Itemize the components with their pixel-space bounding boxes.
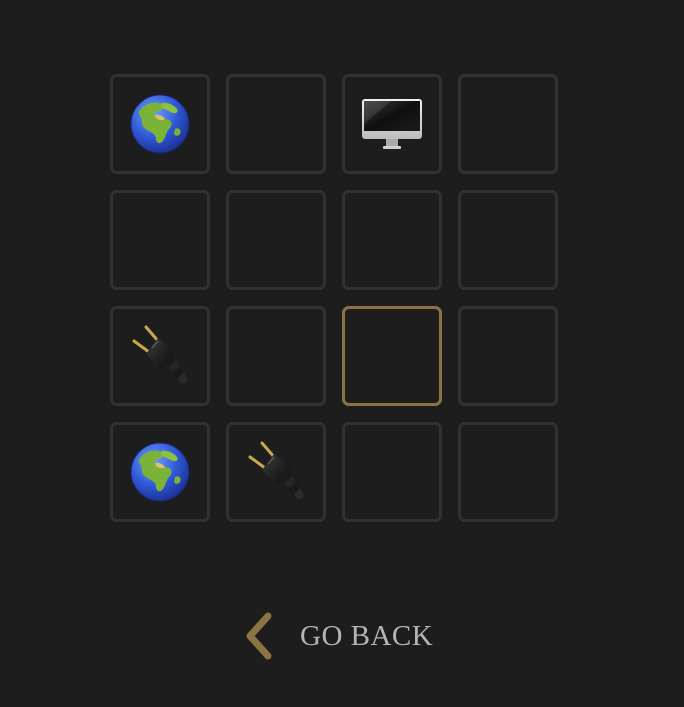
tile-7[interactable] bbox=[342, 190, 442, 290]
chevron-left-icon bbox=[246, 612, 272, 660]
memory-board bbox=[110, 74, 558, 522]
go-back-label: GO BACK bbox=[300, 619, 434, 652]
go-back-button[interactable]: GO BACK bbox=[240, 608, 433, 664]
tile-8[interactable] bbox=[458, 190, 558, 290]
globe-icon bbox=[130, 94, 190, 154]
tile-12[interactable] bbox=[458, 306, 558, 406]
tile-4[interactable] bbox=[458, 74, 558, 174]
tile-10[interactable] bbox=[226, 306, 326, 406]
tile-11[interactable] bbox=[342, 306, 442, 406]
tile-2[interactable] bbox=[226, 74, 326, 174]
tile-9[interactable] bbox=[110, 306, 210, 406]
tile-1[interactable] bbox=[110, 74, 210, 174]
tile-5[interactable] bbox=[110, 190, 210, 290]
tile-14[interactable] bbox=[226, 422, 326, 522]
globe-icon bbox=[130, 442, 190, 502]
tile-6[interactable] bbox=[226, 190, 326, 290]
electric-plug-icon bbox=[248, 441, 304, 500]
tile-16[interactable] bbox=[458, 422, 558, 522]
electric-plug-icon bbox=[132, 325, 188, 384]
desktop-computer-icon bbox=[362, 99, 422, 149]
tile-15[interactable] bbox=[342, 422, 442, 522]
tile-13[interactable] bbox=[110, 422, 210, 522]
tile-3[interactable] bbox=[342, 74, 442, 174]
